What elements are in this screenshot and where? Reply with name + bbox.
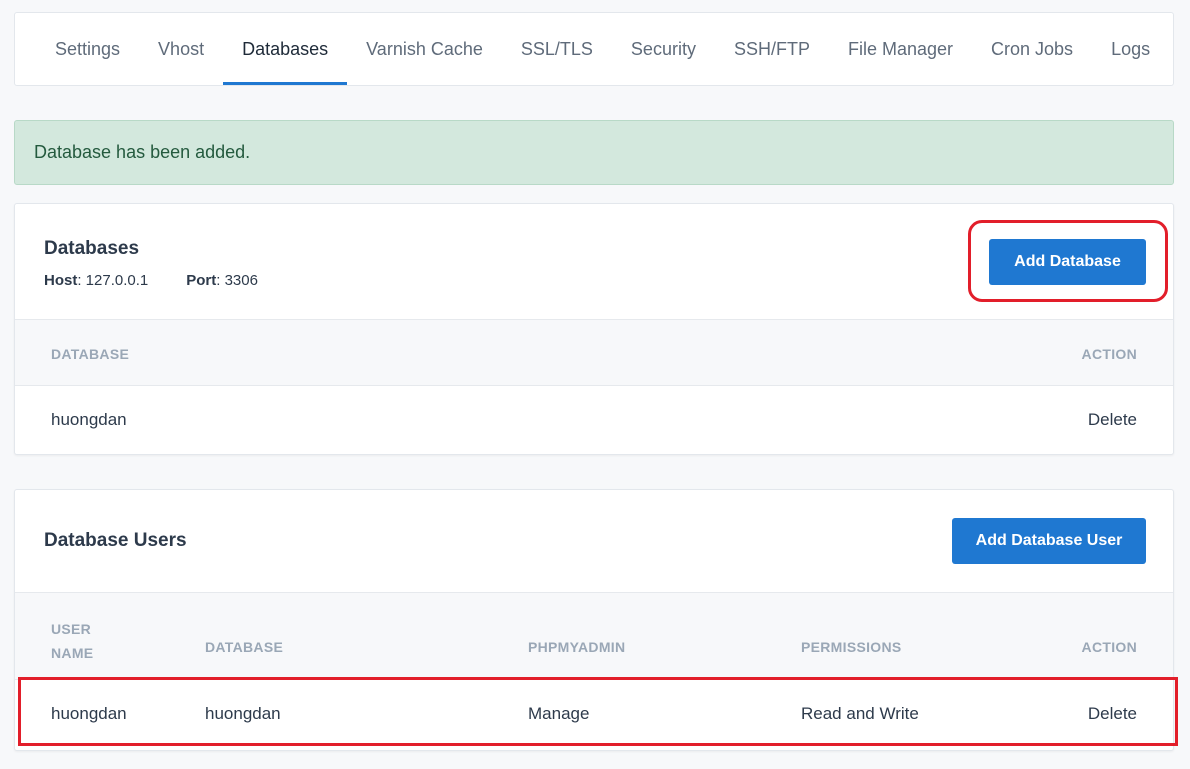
databases-table-header: DATABASE ACTION bbox=[15, 320, 1173, 386]
tab-security[interactable]: Security bbox=[612, 13, 715, 85]
user-name-cell: huongdan bbox=[51, 704, 127, 723]
database-users-panel-header: Database Users Add Database User bbox=[15, 490, 1173, 593]
databases-title: Databases bbox=[44, 238, 140, 259]
tab-list: Settings Vhost Databases Varnish Cache S… bbox=[15, 13, 1173, 85]
table-row: huongdan huongdan Manage Read and Write … bbox=[15, 680, 1173, 750]
port-info: Port: 3306 bbox=[186, 272, 258, 289]
delete-user-link[interactable]: Delete bbox=[1088, 704, 1137, 724]
connection-info: Host: 127.0.0.1 Port: 3306 bbox=[44, 272, 258, 289]
tab-cron-jobs[interactable]: Cron Jobs bbox=[972, 13, 1092, 85]
tab-file-manager[interactable]: File Manager bbox=[829, 13, 972, 85]
site-tabs-bar: Settings Vhost Databases Varnish Cache S… bbox=[14, 12, 1174, 86]
add-database-user-button[interactable]: Add Database User bbox=[952, 518, 1146, 564]
tab-databases[interactable]: Databases bbox=[223, 13, 348, 85]
port-value: : 3306 bbox=[216, 272, 258, 289]
permissions-cell: Read and Write bbox=[801, 704, 919, 723]
database-users-table-header: USER NAME DATABASE PHPMYADMIN PERMISSION… bbox=[15, 593, 1173, 680]
success-alert: Database has been added. bbox=[14, 120, 1174, 185]
column-header-user-name: USER NAME bbox=[51, 617, 93, 665]
host-label: Host bbox=[44, 272, 78, 289]
tab-varnish-cache[interactable]: Varnish Cache bbox=[347, 13, 502, 85]
column-header-phpmyadmin: PHPMYADMIN bbox=[528, 639, 626, 655]
port-label: Port bbox=[186, 272, 217, 289]
column-header-action: ACTION bbox=[1081, 346, 1137, 362]
tab-ssh-ftp[interactable]: SSH/FTP bbox=[715, 13, 829, 85]
column-header-user-name-line2: NAME bbox=[51, 645, 94, 661]
tab-settings[interactable]: Settings bbox=[36, 13, 139, 85]
phpmyadmin-manage-link[interactable]: Manage bbox=[528, 704, 589, 724]
table-row: huongdan Delete bbox=[15, 386, 1173, 454]
alert-message: Database has been added. bbox=[34, 142, 251, 162]
database-name-cell: huongdan bbox=[51, 410, 127, 429]
column-header-user-name-line1: USER bbox=[51, 621, 92, 637]
host-value: : 127.0.0.1 bbox=[77, 272, 149, 289]
tab-logs[interactable]: Logs bbox=[1092, 13, 1169, 85]
tab-vhost[interactable]: Vhost bbox=[139, 13, 223, 85]
host-info: Host: 127.0.0.1 bbox=[44, 272, 148, 289]
database-users-panel: Database Users Add Database User USER NA… bbox=[14, 489, 1174, 751]
add-database-button[interactable]: Add Database bbox=[989, 239, 1146, 285]
column-header-permissions: PERMISSIONS bbox=[801, 639, 902, 655]
column-header-action: ACTION bbox=[1081, 639, 1137, 655]
column-header-database: DATABASE bbox=[205, 639, 284, 655]
column-header-database: DATABASE bbox=[51, 346, 130, 362]
databases-panel-header: Databases Host: 127.0.0.1 Port: 3306 Add… bbox=[15, 204, 1173, 320]
database-users-title: Database Users bbox=[44, 530, 187, 551]
delete-database-link[interactable]: Delete bbox=[1088, 410, 1137, 430]
tab-ssl-tls[interactable]: SSL/TLS bbox=[502, 13, 612, 85]
user-database-cell: huongdan bbox=[205, 704, 281, 723]
databases-panel: Databases Host: 127.0.0.1 Port: 3306 Add… bbox=[14, 203, 1174, 455]
